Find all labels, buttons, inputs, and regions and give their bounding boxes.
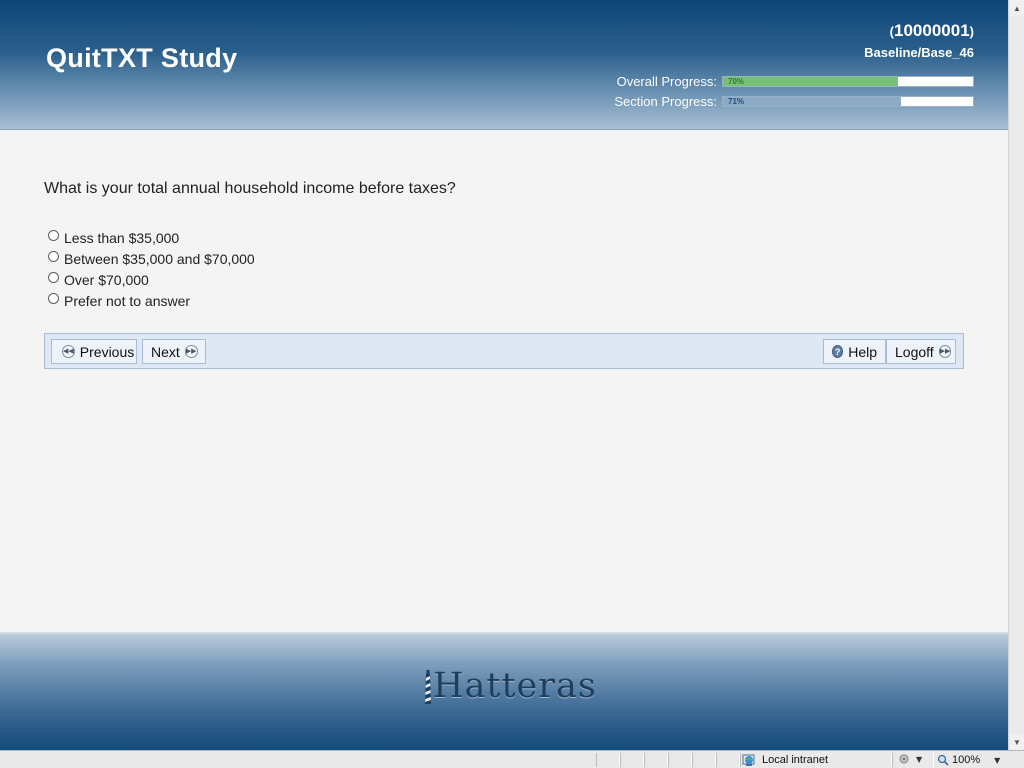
fast-forward-icon: ▶▶ — [184, 345, 198, 358]
previous-button[interactable]: ◀◀ Previous — [51, 339, 137, 364]
help-icon: ? — [832, 345, 844, 358]
participant-id: 10000001 — [894, 21, 970, 40]
header: QuitTXT Study (10000001) Baseline/Base_4… — [0, 0, 1008, 130]
overall-progress-label: Overall Progress: — [616, 73, 717, 89]
logoff-button[interactable]: Logoff ▶▶ — [886, 339, 956, 364]
next-button[interactable]: Next ▶▶ — [142, 339, 206, 364]
participant-id-label: (10000001) — [890, 21, 974, 41]
question-text: What is your total annual household inco… — [44, 180, 456, 197]
chevron-down-icon: ▼ — [994, 755, 1001, 765]
logoff-label[interactable]: Logoff — [895, 344, 934, 360]
browser-page: QuitTXT Study (10000001) Baseline/Base_4… — [0, 0, 1008, 750]
protected-mode-toggle[interactable]: ▼ — [898, 753, 922, 765]
lighthouse-icon — [425, 670, 431, 704]
status-segment — [620, 753, 644, 767]
hatteras-logo: Hatteras — [424, 668, 597, 704]
radio-button[interactable] — [48, 230, 59, 241]
help-button[interactable]: ? Help — [823, 339, 886, 364]
option-label[interactable]: Less than $35,000 — [64, 230, 179, 246]
rewind-icon: ◀◀ — [62, 345, 75, 358]
vertical-scrollbar[interactable]: ▲ ▼ — [1008, 0, 1024, 750]
previous-label[interactable]: Previous — [80, 344, 134, 360]
option-label[interactable]: Between $35,000 and $70,000 — [64, 251, 255, 267]
section-id: Baseline/Base_46 — [864, 45, 974, 60]
security-zone[interactable]: Local intranet — [742, 752, 828, 768]
status-segment — [716, 753, 740, 767]
status-segment — [644, 753, 668, 767]
option-label[interactable]: Prefer not to answer — [64, 293, 190, 309]
scroll-down-arrow-icon[interactable]: ▼ — [1010, 734, 1024, 750]
magnifier-icon — [937, 754, 949, 766]
brand-name: Hatteras — [433, 666, 597, 706]
overall-progress-percent: 70% — [728, 76, 745, 86]
option-over-70000[interactable]: Over $70,000 — [48, 269, 255, 290]
lock-gear-icon — [899, 754, 909, 764]
overall-progress-track: 70% — [722, 75, 974, 87]
chevron-down-icon: ▼ — [916, 754, 923, 764]
answer-options: Less than $35,000 Between $35,000 and $7… — [48, 227, 255, 311]
section-progress: Section Progress: 71% — [614, 93, 974, 109]
security-zone-label: Local intranet — [762, 754, 829, 766]
status-segment — [596, 753, 620, 767]
radio-button[interactable] — [48, 293, 59, 304]
option-label[interactable]: Over $70,000 — [64, 272, 149, 288]
option-less-than-35000[interactable]: Less than $35,000 — [48, 227, 255, 248]
option-prefer-not-to-answer[interactable]: Prefer not to answer — [48, 290, 255, 311]
zoom-control[interactable]: 100% ▼ — [937, 752, 1000, 768]
status-segment — [692, 753, 716, 767]
footer: Hatteras — [0, 632, 1008, 750]
scroll-up-arrow-icon[interactable]: ▲ — [1010, 0, 1024, 16]
help-label[interactable]: Help — [848, 344, 877, 360]
fast-forward-icon: ▶▶ — [938, 345, 952, 358]
paren-close: ) — [969, 24, 974, 39]
section-progress-fill — [723, 96, 901, 106]
section-progress-label: Section Progress: — [614, 93, 717, 109]
radio-button[interactable] — [48, 251, 59, 262]
overall-progress: Overall Progress: 70% — [616, 73, 974, 89]
section-progress-percent: 71% — [728, 96, 745, 106]
app-title: QuitTXT Study — [46, 43, 238, 73]
navigation-bar: ◀◀ Previous Next ▶▶ ? Help Logoff ▶▶ — [44, 333, 964, 369]
option-35000-to-70000[interactable]: Between $35,000 and $70,000 — [48, 248, 255, 269]
zoom-level: 100% — [952, 754, 981, 766]
section-progress-track: 71% — [722, 95, 974, 107]
overall-progress-fill — [723, 76, 898, 86]
status-segment — [668, 753, 692, 767]
status-bar: Local intranet ▼ 100% ▼ — [0, 750, 1024, 768]
next-label[interactable]: Next — [151, 344, 180, 360]
globe-icon — [742, 754, 755, 766]
radio-button[interactable] — [48, 272, 59, 283]
